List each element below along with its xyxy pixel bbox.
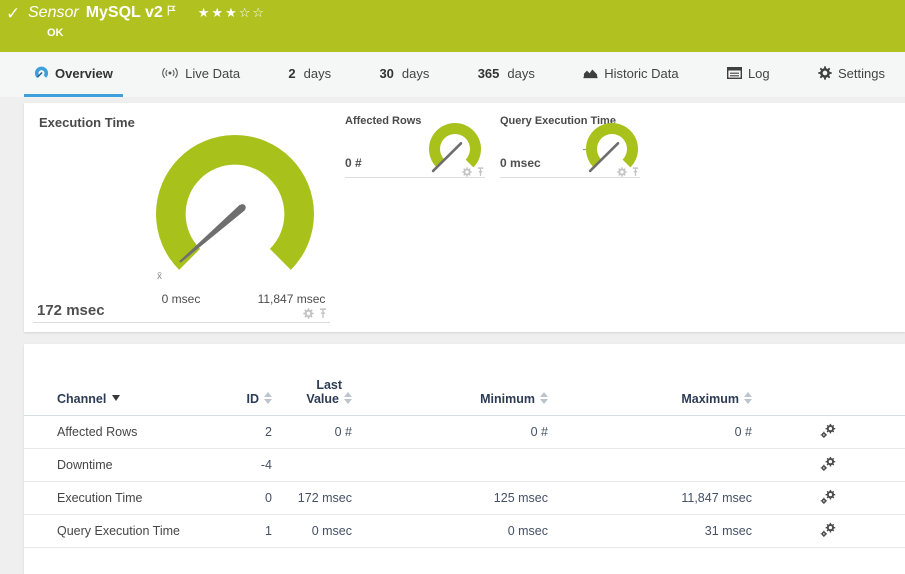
table-row: Execution Time 0 172 msec 125 msec 11,84… (24, 481, 905, 515)
column-label: ID (246, 392, 260, 406)
channel-table-panel: Channel ID Last Value Minimum Maximum Af… (24, 344, 905, 574)
channel-settings-button[interactable] (752, 415, 905, 449)
priority-stars[interactable]: ★★★☆☆ (198, 5, 266, 21)
gauge-settings-gear-icon[interactable] (617, 164, 627, 182)
flag-icon[interactable] (167, 3, 176, 21)
log-icon (726, 67, 742, 79)
live-data-icon (162, 67, 178, 79)
channel-settings-button[interactable] (752, 481, 905, 515)
query-execution-time-gauge-value: 0 msec (500, 156, 541, 170)
channel-name: Affected Rows (24, 415, 242, 449)
channel-last-value: 0 msec (272, 514, 352, 548)
channel-maximum: 0 # (548, 415, 752, 449)
channel-last-value: 172 msec (272, 481, 352, 515)
tab-30-days[interactable]: 30 days (369, 52, 439, 97)
tab-historic-data[interactable]: Historic Data (573, 52, 688, 97)
object-kind-label: Sensor (28, 4, 79, 21)
tab-label: Settings (837, 65, 885, 81)
sort-icon (344, 392, 352, 404)
mean-marker: x̄ (157, 271, 162, 282)
table-row: Downtime -4 (24, 448, 905, 482)
column-header-maximum[interactable]: Maximum (548, 344, 752, 416)
column-label: Last (316, 378, 343, 392)
column-label: Minimum (480, 392, 535, 406)
column-header-actions (752, 344, 905, 416)
execution-time-gauge (156, 134, 314, 270)
channel-minimum: 125 msec (352, 481, 548, 515)
tab-number: 2 (288, 65, 296, 81)
sensor-name: MySQL v2 (85, 4, 163, 21)
tab-overview[interactable]: Overview (24, 52, 123, 97)
tab-label: days (401, 65, 430, 81)
channel-minimum (352, 448, 548, 482)
channel-maximum: 31 msec (548, 514, 752, 548)
sort-icon (744, 392, 752, 404)
tab-live-data[interactable]: Live Data (151, 52, 250, 97)
tab-number: 365 (477, 65, 500, 81)
tab-settings[interactable]: Settings (808, 52, 895, 97)
sort-icon (264, 392, 272, 404)
pin-icon[interactable] (476, 164, 485, 182)
channel-settings-button[interactable] (752, 448, 905, 482)
column-label: Value (306, 392, 339, 406)
affected-rows-gauge-title: Affected Rows (345, 115, 422, 127)
primary-gauge-value: 172 msec (37, 302, 105, 319)
channel-id: 1 (242, 514, 272, 548)
tab-label: Log (747, 65, 770, 81)
gauge-settings-gear-icon[interactable] (462, 164, 472, 182)
area-chart-icon (583, 69, 598, 79)
channel-name: Execution Time (24, 481, 242, 515)
panel-divider (33, 322, 330, 323)
tab-label: days (303, 65, 332, 81)
channel-id: 0 (242, 481, 272, 515)
gauge-icon (34, 66, 49, 78)
channel-maximum (548, 448, 752, 482)
status-badge: OK (47, 27, 64, 39)
channel-minimum: 0 msec (352, 514, 548, 548)
channel-last-value (272, 448, 352, 482)
channel-id: 2 (242, 415, 272, 449)
channel-table: Channel ID Last Value Minimum Maximum Af… (24, 344, 905, 548)
channel-name: Downtime (24, 448, 242, 482)
panel-divider (345, 177, 485, 178)
panel-divider (500, 177, 640, 178)
tab-label: Historic Data (604, 65, 679, 81)
affected-rows-gauge-value: 0 # (345, 156, 362, 170)
tab-number: 30 (379, 65, 394, 81)
tab-label: days (507, 65, 535, 81)
table-row: Affected Rows 2 0 # 0 # 0 # (24, 415, 905, 449)
gear-icon (818, 66, 832, 80)
tab-bar: Overview Live Data 2 days 30 days 365 da… (0, 52, 905, 97)
column-label: Maximum (681, 392, 739, 406)
channel-id: -4 (242, 448, 272, 482)
channel-maximum: 11,847 msec (548, 481, 752, 515)
tab-365-days[interactable]: 365 days (468, 52, 545, 97)
channel-name: Query Execution Time (24, 514, 242, 548)
channel-settings-button[interactable] (752, 514, 905, 548)
column-header-id[interactable]: ID (242, 344, 272, 416)
primary-gauge-title: Execution Time (39, 115, 135, 130)
channel-last-value: 0 # (272, 415, 352, 449)
tab-log[interactable]: Log (717, 52, 780, 97)
column-label: Channel (57, 392, 107, 406)
column-header-last-value[interactable]: Last Value (272, 344, 352, 416)
status-check-icon: ✓ (6, 4, 21, 23)
gauge-max-label: 11,847 msec (257, 292, 326, 306)
table-row: Query Execution Time 1 0 msec 0 msec 31 … (24, 514, 905, 548)
tab-label: Live Data (185, 65, 241, 81)
column-header-minimum[interactable]: Minimum (352, 344, 548, 416)
column-header-channel[interactable]: Channel (24, 344, 242, 416)
pin-icon[interactable] (631, 164, 640, 182)
channel-minimum: 0 # (352, 415, 548, 449)
sort-desc-icon (112, 395, 121, 401)
tab-2-days[interactable]: 2 days (278, 52, 341, 97)
sensor-header: ✓ Sensor MySQL v2 ★★★☆☆ OK (0, 0, 905, 52)
gauge-min-label: 0 msec (161, 292, 201, 306)
tab-label: Overview (55, 65, 113, 81)
gauges-panel: Execution Time x̄ 0 msec 11,847 msec 172… (24, 103, 905, 332)
sort-icon (540, 392, 548, 404)
